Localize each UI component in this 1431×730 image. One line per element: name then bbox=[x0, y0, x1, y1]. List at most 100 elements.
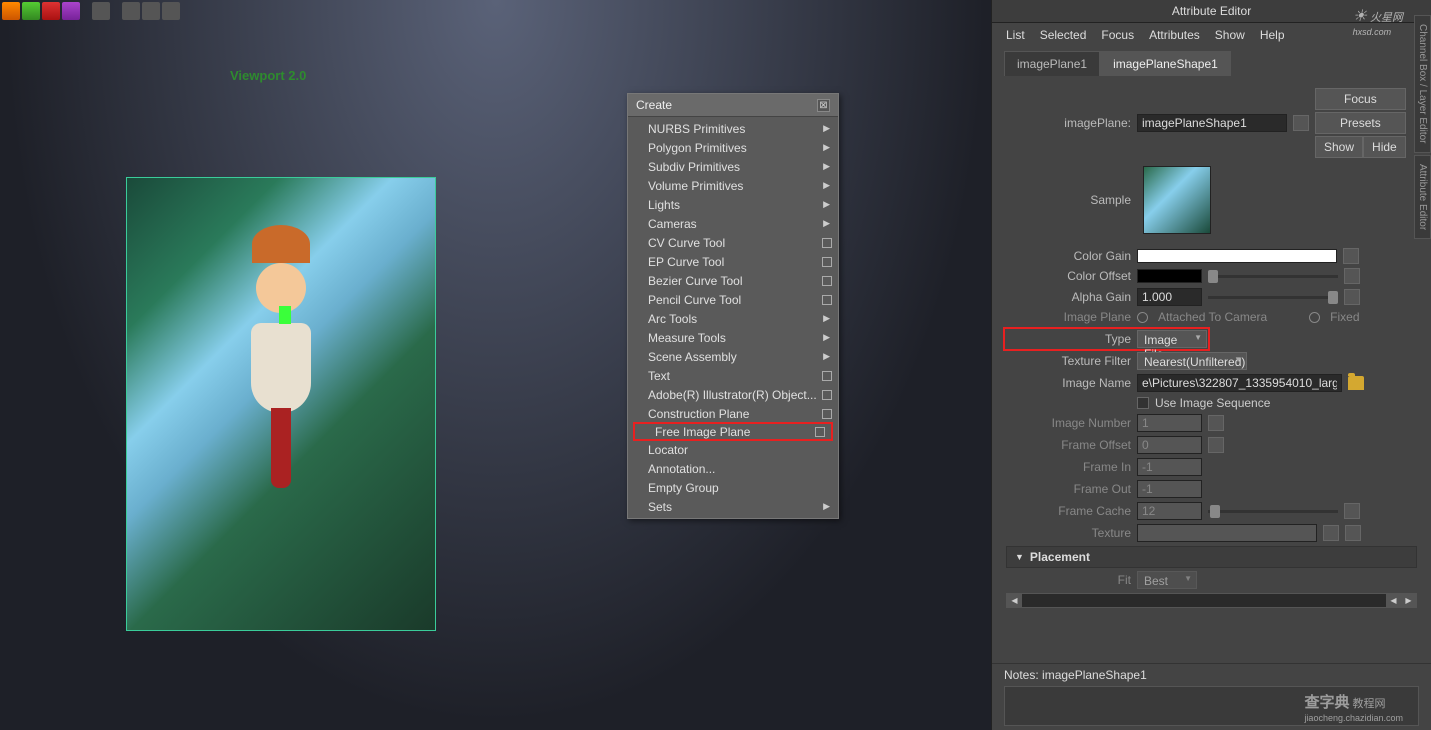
side-tab-channelbox[interactable]: Channel Box / Layer Editor bbox=[1414, 15, 1431, 153]
scroll-right-icon[interactable]: ◀ bbox=[1386, 594, 1401, 607]
folder-icon[interactable] bbox=[1348, 376, 1364, 390]
imagenum-connect-icon[interactable] bbox=[1208, 415, 1224, 431]
alphagain-connect-icon[interactable] bbox=[1344, 289, 1360, 305]
frameoffset-label: Frame Offset bbox=[1006, 438, 1131, 452]
tab-imageplaneshape1[interactable]: imagePlaneShape1 bbox=[1100, 51, 1231, 76]
texture-label: Texture bbox=[1006, 526, 1131, 540]
option-box-icon[interactable] bbox=[822, 390, 832, 400]
menu-focus[interactable]: Focus bbox=[1101, 28, 1134, 42]
option-box-icon[interactable] bbox=[822, 238, 832, 248]
scroll-left-icon[interactable]: ◀ bbox=[1007, 594, 1022, 607]
radio-attached[interactable] bbox=[1137, 312, 1148, 323]
menu-item-annotation-[interactable]: Annotation... bbox=[628, 459, 838, 478]
fit-dropdown[interactable]: Best bbox=[1137, 571, 1197, 589]
focus-button[interactable]: Focus bbox=[1315, 88, 1406, 110]
option-box-icon[interactable] bbox=[822, 276, 832, 286]
alphagain-input[interactable] bbox=[1137, 288, 1202, 306]
menu-help[interactable]: Help bbox=[1260, 28, 1285, 42]
colorgain-connect-icon[interactable] bbox=[1343, 248, 1359, 264]
frameoffset-connect-icon[interactable] bbox=[1208, 437, 1224, 453]
menu-item-polygon-primitives[interactable]: Polygon Primitives▶ bbox=[628, 138, 838, 157]
tool-icon-7[interactable] bbox=[142, 2, 160, 20]
radio-fixed[interactable] bbox=[1309, 312, 1320, 323]
attribute-editor-panel: Channel Box / Layer Editor Attribute Edi… bbox=[991, 0, 1431, 730]
useseq-checkbox[interactable] bbox=[1137, 397, 1149, 409]
framecache-connect-icon[interactable] bbox=[1344, 503, 1360, 519]
presets-button[interactable]: Presets bbox=[1315, 112, 1406, 134]
menu-item-locator[interactable]: Locator bbox=[628, 440, 838, 459]
option-box-icon[interactable] bbox=[822, 257, 832, 267]
menu-item-measure-tools[interactable]: Measure Tools▶ bbox=[628, 328, 838, 347]
option-box-icon[interactable] bbox=[822, 409, 832, 419]
tab-imageplane1[interactable]: imagePlane1 bbox=[1004, 51, 1100, 76]
texfilter-dropdown[interactable]: Nearest(Unfiltered) bbox=[1137, 352, 1247, 370]
texture-connect-icon-2[interactable] bbox=[1345, 525, 1361, 541]
menu-item-adobe-r-illustrator-r-object-[interactable]: Adobe(R) Illustrator(R) Object... bbox=[628, 385, 838, 404]
menu-attributes[interactable]: Attributes bbox=[1149, 28, 1200, 42]
tool-icon-8[interactable] bbox=[162, 2, 180, 20]
tool-icon-6[interactable] bbox=[122, 2, 140, 20]
option-box-icon[interactable] bbox=[822, 371, 832, 381]
option-box-icon[interactable] bbox=[815, 427, 825, 437]
menu-item-ep-curve-tool[interactable]: EP Curve Tool bbox=[628, 252, 838, 271]
show-button[interactable]: Show bbox=[1315, 136, 1363, 158]
menu-item-empty-group[interactable]: Empty Group bbox=[628, 478, 838, 497]
menu-item-text[interactable]: Text bbox=[628, 366, 838, 385]
chevron-down-icon: ▼ bbox=[1015, 552, 1024, 562]
menu-item-label: Measure Tools bbox=[648, 331, 726, 345]
tool-icon-3[interactable] bbox=[42, 2, 60, 20]
menu-item-volume-primitives[interactable]: Volume Primitives▶ bbox=[628, 176, 838, 195]
menu-item-cameras[interactable]: Cameras▶ bbox=[628, 214, 838, 233]
menu-title-bar[interactable]: Create ⊠ bbox=[628, 94, 838, 117]
menu-item-construction-plane[interactable]: Construction Plane bbox=[628, 404, 838, 423]
menu-item-sets[interactable]: Sets▶ bbox=[628, 497, 838, 516]
framecache-label: Frame Cache bbox=[1006, 504, 1131, 518]
menu-item-label: Scene Assembly bbox=[648, 350, 737, 364]
menu-item-label: EP Curve Tool bbox=[648, 255, 724, 269]
side-tab-attreditor[interactable]: Attribute Editor bbox=[1414, 155, 1431, 239]
menu-item-arc-tools[interactable]: Arc Tools▶ bbox=[628, 309, 838, 328]
menu-list[interactable]: List bbox=[1006, 28, 1025, 42]
menu-item-subdiv-primitives[interactable]: Subdiv Primitives▶ bbox=[628, 157, 838, 176]
menu-selected[interactable]: Selected bbox=[1040, 28, 1087, 42]
alphagain-slider[interactable] bbox=[1208, 296, 1338, 299]
menu-item-cv-curve-tool[interactable]: CV Curve Tool bbox=[628, 233, 838, 252]
menu-item-lights[interactable]: Lights▶ bbox=[628, 195, 838, 214]
texture-connect-icon-1[interactable] bbox=[1323, 525, 1339, 541]
menu-item-label: Text bbox=[648, 369, 670, 383]
menu-item-label: Empty Group bbox=[648, 481, 719, 495]
tool-icon-2[interactable] bbox=[22, 2, 40, 20]
tool-icon-1[interactable] bbox=[2, 2, 20, 20]
sample-swatch[interactable] bbox=[1143, 166, 1211, 234]
coloroffset-connect-icon[interactable] bbox=[1344, 268, 1360, 284]
coloroffset-slider[interactable] bbox=[1208, 275, 1338, 278]
imagename-input[interactable] bbox=[1137, 374, 1342, 392]
hide-button[interactable]: Hide bbox=[1363, 136, 1406, 158]
scroll-right-icon-2[interactable]: ▶ bbox=[1401, 594, 1416, 607]
tool-icon-5[interactable] bbox=[92, 2, 110, 20]
image-plane-object[interactable] bbox=[126, 177, 436, 631]
texfilter-label: Texture Filter bbox=[1006, 354, 1131, 368]
horizontal-scrollbar[interactable]: ◀ ◀ ▶ bbox=[1006, 593, 1417, 608]
menu-close-icon[interactable]: ⊠ bbox=[817, 99, 830, 112]
io-icon-1[interactable] bbox=[1293, 115, 1309, 131]
menu-item-scene-assembly[interactable]: Scene Assembly▶ bbox=[628, 347, 838, 366]
frameoffset-input bbox=[1137, 436, 1202, 454]
chevron-right-icon: ▶ bbox=[823, 199, 830, 210]
viewport[interactable]: Viewport 2.0 Create ⊠ NURBS Primitives▶P… bbox=[0, 0, 991, 730]
menu-item-bezier-curve-tool[interactable]: Bezier Curve Tool bbox=[628, 271, 838, 290]
framecache-slider[interactable] bbox=[1208, 510, 1338, 513]
menu-show[interactable]: Show bbox=[1215, 28, 1245, 42]
menu-item-pencil-curve-tool[interactable]: Pencil Curve Tool bbox=[628, 290, 838, 309]
nodename-input[interactable] bbox=[1137, 114, 1287, 132]
alphagain-label: Alpha Gain bbox=[1006, 290, 1131, 304]
menu-item-nurbs-primitives[interactable]: NURBS Primitives▶ bbox=[628, 119, 838, 138]
menu-item-label: Volume Primitives bbox=[648, 179, 743, 193]
tool-icon-4[interactable] bbox=[62, 2, 80, 20]
option-box-icon[interactable] bbox=[822, 295, 832, 305]
menu-item-free-image-plane[interactable]: Free Image Plane bbox=[633, 422, 833, 441]
colorgain-swatch[interactable] bbox=[1137, 249, 1337, 263]
type-dropdown[interactable]: Image File bbox=[1137, 330, 1207, 348]
coloroffset-swatch[interactable] bbox=[1137, 269, 1202, 283]
placement-section[interactable]: ▼ Placement bbox=[1006, 546, 1417, 568]
